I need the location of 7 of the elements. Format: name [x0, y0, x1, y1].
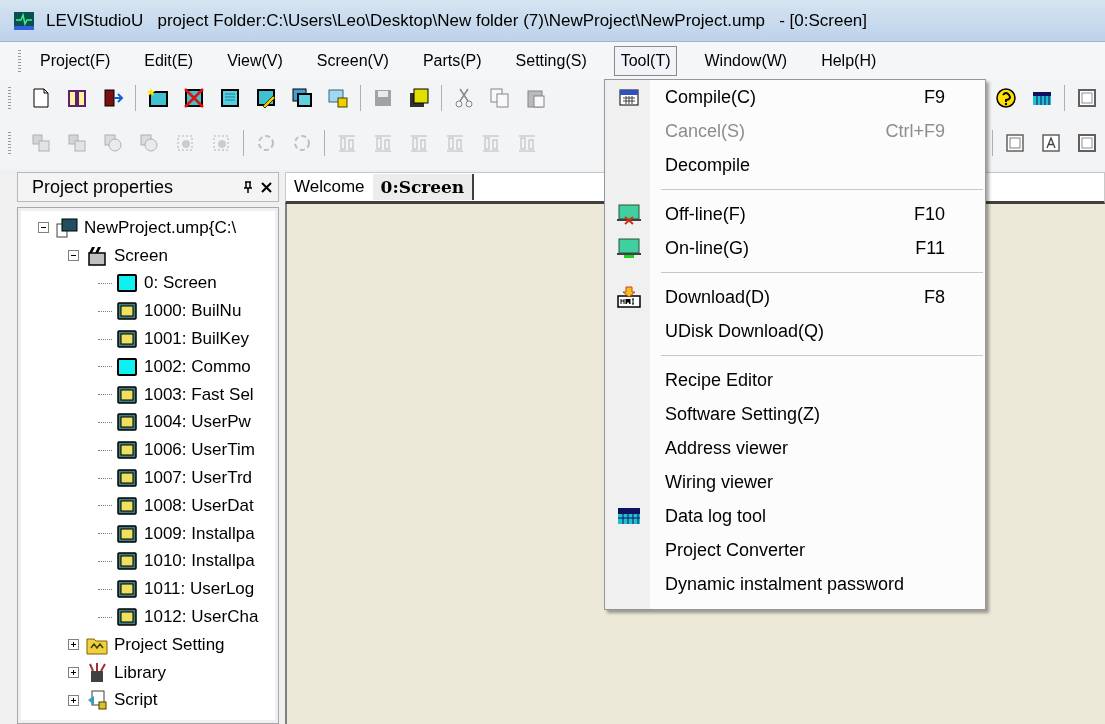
panel-title: Project properties: [32, 176, 175, 198]
shortcut: F8: [924, 286, 946, 308]
shortcut: F9: [924, 86, 946, 108]
shortcut: F11: [915, 237, 946, 259]
shortcut: F10: [913, 203, 946, 225]
window-title: LEVIStudioU project Folder:C:\Users\Leo\Desktop\New folder (7)\NewProject\NewProject.ump - [0:Screen]: [46, 10, 868, 31]
shortcut: Ctrl+F9: [885, 120, 946, 142]
